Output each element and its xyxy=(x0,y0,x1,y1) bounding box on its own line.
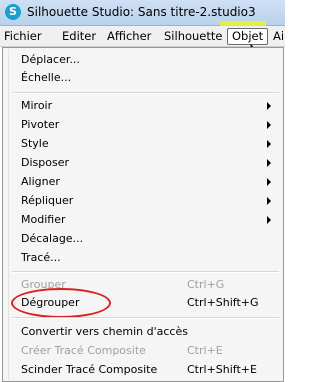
menu-item-label: Échelle... xyxy=(21,71,72,84)
menu-item-label: Déplacer... xyxy=(21,53,80,66)
menu-ai[interactable]: Ai xyxy=(273,29,284,43)
menu-item-modifier[interactable]: Modifier xyxy=(21,210,273,229)
menu-item-shortcut: Ctrl+Shift+E xyxy=(187,363,257,376)
menu-objet[interactable]: Objet xyxy=(227,28,269,45)
menu-item-pivoter[interactable]: Pivoter xyxy=(21,115,273,134)
menu-item-shortcut: Ctrl+G xyxy=(187,278,225,291)
menu-separator xyxy=(12,317,279,319)
silhouette-logo-icon: S xyxy=(5,4,21,20)
menu-item-shortcut: Ctrl+Shift+G xyxy=(187,296,259,309)
menu-item-deplacer[interactable]: Déplacer... xyxy=(21,50,273,69)
menu-fichier[interactable]: Fichier xyxy=(4,29,42,43)
submenu-arrow-icon xyxy=(267,121,271,129)
menu-icon-strip xyxy=(8,49,9,380)
window-title: Silhouette Studio: Sans titre-2.studio3 xyxy=(27,5,256,19)
menu-afficher[interactable]: Afficher xyxy=(107,29,151,43)
menu-item-scinder-trace-composite[interactable]: Scinder Tracé Composite Ctrl+Shift+E xyxy=(21,360,273,379)
menu-separator xyxy=(12,271,279,273)
menu-item-label: Tracé... xyxy=(21,251,61,264)
menu-item-creer-trace-composite: Créer Tracé Composite Ctrl+E xyxy=(21,341,273,360)
submenu-arrow-icon xyxy=(267,178,271,186)
submenu-arrow-icon xyxy=(267,216,271,224)
menu-item-label: Disposer xyxy=(21,156,69,169)
submenu-arrow-icon xyxy=(267,140,271,148)
menu-silhouette[interactable]: Silhouette xyxy=(164,29,222,43)
menu-item-trace[interactable]: Tracé... xyxy=(21,248,273,267)
objet-dropdown-menu: Déplacer... Échelle... Miroir Pivoter St… xyxy=(2,47,284,382)
menu-editer[interactable]: Editer xyxy=(62,29,96,43)
menu-item-decalage[interactable]: Décalage... xyxy=(21,229,273,248)
menu-item-aligner[interactable]: Aligner xyxy=(21,172,273,191)
menu-item-label: Scinder Tracé Composite xyxy=(21,363,158,376)
submenu-arrow-icon xyxy=(267,197,271,205)
menu-item-convertir-chemin[interactable]: Convertir vers chemin d'accès xyxy=(21,322,273,341)
submenu-arrow-icon xyxy=(267,159,271,167)
menu-item-echelle[interactable]: Échelle... xyxy=(21,68,273,87)
menu-item-label: Convertir vers chemin d'accès xyxy=(21,325,188,338)
menu-separator xyxy=(12,92,279,94)
menu-item-label: Pivoter xyxy=(21,118,60,131)
annotation-circle xyxy=(11,288,111,318)
menu-item-style[interactable]: Style xyxy=(21,134,273,153)
menu-item-label: Décalage... xyxy=(21,232,84,245)
menu-item-label: Créer Tracé Composite xyxy=(21,344,146,357)
menu-item-label: Aligner xyxy=(21,175,60,188)
menu-item-label: Modifier xyxy=(21,213,66,226)
menu-item-label: Miroir xyxy=(21,99,53,112)
menu-item-shortcut: Ctrl+E xyxy=(187,344,223,357)
menu-item-label: Répliquer xyxy=(21,194,74,207)
menu-item-label: Style xyxy=(21,137,49,150)
menu-item-repliquer[interactable]: Répliquer xyxy=(21,191,273,210)
submenu-arrow-icon xyxy=(267,102,271,110)
menu-item-disposer[interactable]: Disposer xyxy=(21,153,273,172)
menu-bar: Fichier Editer Afficher Silhouette Objet… xyxy=(0,26,285,47)
menu-item-miroir[interactable]: Miroir xyxy=(21,96,273,115)
